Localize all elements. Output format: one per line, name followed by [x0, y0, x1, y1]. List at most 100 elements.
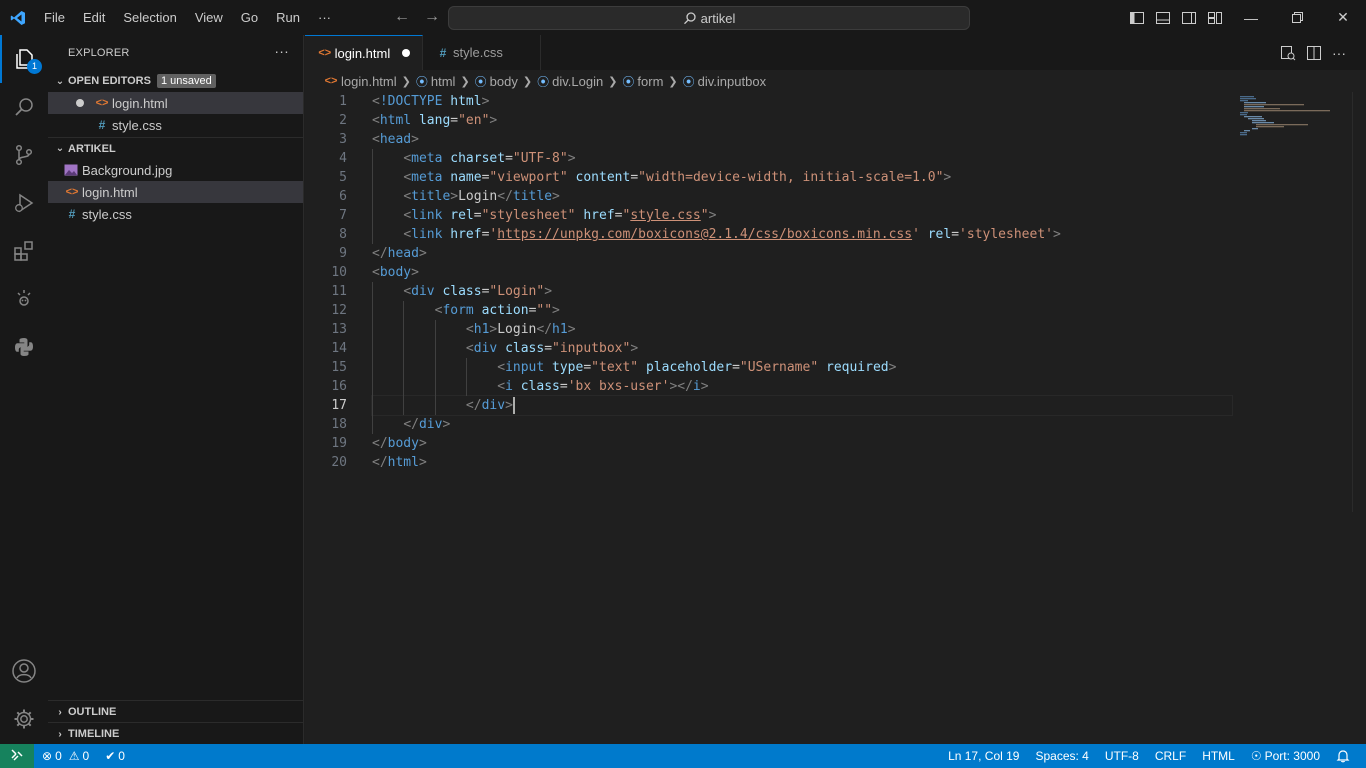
- open-editor-login-html[interactable]: <> login.html: [48, 92, 303, 114]
- code-line[interactable]: <link href = 'https://unpkg.com/boxicons@2…: [372, 225, 1232, 244]
- close-icon[interactable]: ✕: [1320, 0, 1366, 35]
- file-style-css[interactable]: # style.css: [48, 203, 303, 225]
- file-background-jpg[interactable]: Background.jpg: [48, 159, 303, 181]
- split-editor-icon[interactable]: [1306, 45, 1322, 61]
- open-editor-style-css[interactable]: # style.css: [48, 114, 303, 136]
- breadcrumb-item[interactable]: div.inputbox: [698, 74, 766, 89]
- language-mode[interactable]: HTML: [1194, 744, 1243, 768]
- encoding[interactable]: UTF-8: [1097, 744, 1147, 768]
- customize-layout-icon[interactable]: [1202, 0, 1228, 35]
- command-center-search[interactable]: artikel: [448, 6, 970, 30]
- code-line[interactable]: <body>: [372, 263, 1232, 282]
- code-line[interactable]: </body>: [372, 434, 1232, 453]
- menu-selection[interactable]: Selection: [114, 0, 185, 35]
- breadcrumb-item[interactable]: form: [637, 74, 663, 89]
- code-editor[interactable]: 1 2 3 4 5 6 7 8 9 10 11 12 13 14 15 16 17 18 19 20 <!DOCTYP…: [305, 92, 1366, 744]
- live-share-icon[interactable]: [0, 275, 48, 323]
- code-line[interactable]: <link rel="stylesheet" href="style.css">: [372, 206, 1232, 225]
- indent-guide: [434, 358, 436, 377]
- file-login-html[interactable]: <> login.html: [48, 181, 303, 203]
- forward-arrow-icon[interactable]: →: [422, 8, 442, 28]
- code-line[interactable]: <meta charset="UTF-8">: [372, 149, 1232, 168]
- menu-run[interactable]: Run: [267, 0, 309, 35]
- code-token: Login: [497, 322, 537, 337]
- code-line[interactable]: <!DOCTYPE html>: [372, 92, 1232, 111]
- menu-edit[interactable]: Edit: [74, 0, 114, 35]
- code-lines[interactable]: <!DOCTYPE html> <html lang="en"> <head> <m…: [371, 92, 1233, 472]
- html-file-icon: <>: [65, 186, 79, 198]
- live-server-status[interactable]: ☉ Port: 3000: [1243, 744, 1328, 768]
- breadcrumb-item[interactable]: html: [431, 74, 456, 89]
- minimize-icon[interactable]: —: [1228, 0, 1274, 35]
- problems-indicator[interactable]: ⊗ 0 ⚠ 0: [34, 744, 97, 768]
- line-number: 7: [339, 208, 347, 223]
- code-line[interactable]: <div class="inputbox">: [372, 339, 1232, 358]
- tab-login-html[interactable]: <> login.html: [305, 35, 423, 70]
- timeline-section[interactable]: › TIMELINE: [48, 722, 304, 745]
- code-line[interactable]: <input type="text" placeholder="USername…: [372, 358, 1232, 377]
- breadcrumb-item[interactable]: body: [490, 74, 518, 89]
- code-line[interactable]: </div>: [371, 395, 1233, 416]
- unsaved-dot-icon[interactable]: [402, 49, 410, 57]
- open-preview-icon[interactable]: [1280, 45, 1296, 61]
- code-token: >: [418, 436, 427, 451]
- code-token: form: [442, 303, 474, 318]
- code-line[interactable]: <div class="Login">: [372, 282, 1232, 301]
- accounts-icon[interactable]: [0, 647, 48, 695]
- breadcrumb-item[interactable]: div.Login: [552, 74, 603, 89]
- code-token: meta: [411, 170, 443, 185]
- folder-artikel-header[interactable]: ⌄ ARTIKEL: [48, 137, 303, 159]
- line-number: 5: [339, 170, 347, 185]
- chevron-down-icon: ⌄: [55, 143, 65, 154]
- search-icon[interactable]: [0, 83, 48, 131]
- code-line[interactable]: <h1>Login</h1>: [372, 320, 1232, 339]
- code-token[interactable]: https://unpkg.com/boxicons@2.1.4/css/box…: [497, 227, 912, 242]
- code-line[interactable]: </div>: [372, 415, 1232, 434]
- vertical-scrollbar[interactable]: [1352, 92, 1366, 512]
- code-line[interactable]: <meta name="viewport" content="width=dev…: [372, 168, 1232, 187]
- code-line[interactable]: <i class='bx bxs-user'></i>: [372, 377, 1232, 396]
- notifications-bell-icon[interactable]: [1328, 744, 1358, 768]
- code-token: =: [505, 151, 513, 166]
- code-token: ': [912, 227, 920, 242]
- code-token: div: [481, 398, 506, 413]
- code-line[interactable]: <head>: [372, 130, 1232, 149]
- restore-icon[interactable]: [1274, 0, 1320, 35]
- cursor-position[interactable]: Ln 17, Col 19: [940, 744, 1027, 768]
- manage-gear-icon[interactable]: [0, 695, 48, 743]
- outline-section[interactable]: › OUTLINE: [48, 700, 304, 723]
- tab-style-css[interactable]: # style.css: [423, 35, 541, 70]
- remote-indicator-icon[interactable]: [0, 744, 34, 768]
- explorer-icon[interactable]: 1: [0, 35, 48, 83]
- broadcast-icon: ✔: [105, 749, 116, 763]
- menu-go[interactable]: Go: [232, 0, 267, 35]
- menu-view[interactable]: View: [186, 0, 232, 35]
- toggle-primary-sidebar-icon[interactable]: [1124, 0, 1150, 35]
- menu-file[interactable]: File: [35, 0, 74, 35]
- minimap[interactable]: [1240, 96, 1350, 146]
- explorer-more-actions[interactable]: ···: [274, 43, 289, 59]
- source-control-icon[interactable]: [0, 131, 48, 179]
- code-token[interactable]: style.css: [630, 208, 700, 223]
- menu-more[interactable]: ···: [309, 0, 340, 35]
- toggle-secondary-sidebar-icon[interactable]: [1176, 0, 1202, 35]
- code-line[interactable]: </html>: [372, 453, 1232, 472]
- editor-actions: ···: [1280, 35, 1346, 70]
- back-arrow-icon[interactable]: ←: [392, 8, 412, 28]
- code-line[interactable]: <html lang="en">: [372, 111, 1232, 130]
- code-line[interactable]: <title>Login</title>: [372, 187, 1232, 206]
- end-of-line[interactable]: CRLF: [1147, 744, 1194, 768]
- code-token: =: [583, 360, 592, 375]
- indentation[interactable]: Spaces: 4: [1027, 744, 1096, 768]
- extensions-icon[interactable]: [0, 227, 48, 275]
- ports-indicator[interactable]: ✔ 0: [97, 744, 133, 768]
- more-actions-icon[interactable]: ···: [1332, 45, 1346, 61]
- python-icon[interactable]: [0, 323, 48, 371]
- breadcrumb-file[interactable]: login.html: [341, 74, 397, 89]
- toggle-panel-icon[interactable]: [1150, 0, 1176, 35]
- line-number: 6: [339, 189, 347, 204]
- run-debug-icon[interactable]: [0, 179, 48, 227]
- code-line[interactable]: </head>: [372, 244, 1232, 263]
- open-editors-header[interactable]: ⌄ OPEN EDITORS 1 unsaved: [48, 70, 303, 92]
- code-line[interactable]: <form action="">: [372, 301, 1232, 320]
